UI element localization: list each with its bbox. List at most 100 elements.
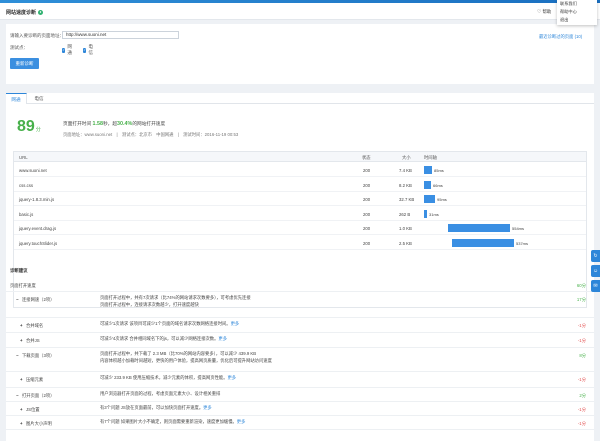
- percent-value: 30.4%: [117, 121, 133, 127]
- checkbox-checked-icon: ✓: [62, 47, 66, 53]
- analysis-item-name: + 图片大小声明: [20, 421, 52, 427]
- menu-item-logout[interactable]: 退出: [557, 16, 597, 24]
- menu-item-help-center[interactable]: 帮助中心: [557, 8, 597, 16]
- feedback-icon[interactable]: ☺: [591, 265, 600, 277]
- analysis-item[interactable]: + JS位置 有3个问题 JS放在页面最前，可以加快页面打开速度。更多 -1分: [6, 402, 594, 416]
- table-row: www.suoni.net 200 7.4 KB 85ms: [14, 163, 586, 177]
- result-tabs: 网通 电信: [6, 93, 594, 104]
- row-size: 32.7 KB: [399, 197, 415, 202]
- summary-suffix: 的网站打开速度: [132, 121, 166, 126]
- tab-netcom[interactable]: 网通: [6, 93, 27, 104]
- test-point-row: 测试点： ✓ 网通 ✓ 电信: [10, 44, 93, 55]
- table-row: jquery-1.8.3.min.js 200 32.7 KB 95ms: [14, 192, 586, 206]
- row-url[interactable]: css.css: [19, 183, 33, 188]
- option-telecom-label: 电信: [88, 44, 93, 55]
- more-link[interactable]: 更多: [203, 405, 212, 410]
- row-status: 200: [363, 240, 371, 246]
- refresh-icon[interactable]: ↻: [591, 250, 600, 262]
- analysis-item[interactable]: + 图片大小声明 有7个问题 如果图片大小不确定，则页面需要重新渲染，速度更加缓慢。…: [6, 416, 594, 430]
- table-row: jquery.event.drag.js 200 1.0 KB 554ms: [14, 221, 586, 235]
- analysis-item-label: 压缩元素: [26, 377, 44, 382]
- row-status: 200: [363, 226, 371, 231]
- analysis-item[interactable]: + 合并JS 可减少4次请求 合并相同域名下的js，可以减少网络连接次数。更多 -1分: [6, 333, 594, 348]
- analysis-item-name: − 打开页面（2项）: [16, 393, 54, 399]
- help-link[interactable]: ♡帮助: [537, 9, 551, 15]
- row-status: 200: [363, 211, 371, 217]
- analysis-item-label: 打开页面（2项）: [22, 393, 55, 398]
- timeline-bar: [424, 180, 431, 189]
- analysis-item-name: + 压缩元素: [20, 377, 43, 383]
- analysis-item-score: -1分: [577, 407, 586, 412]
- option-telecom-checkbox[interactable]: ✓ 电信: [83, 44, 95, 56]
- timeline-bar: [452, 238, 514, 247]
- timeline-label: 95ms: [437, 197, 447, 202]
- analysis-item-name: + JS位置: [20, 407, 40, 413]
- speed-score: 89分: [17, 118, 41, 136]
- analysis-item-label: 合并域名: [26, 323, 44, 328]
- analysis-item-desc: 可减少1次请求 该项目可减少1个页面的域名请求次数网络连接时间。更多: [100, 321, 239, 328]
- option-netcom-checkbox[interactable]: ✓ 网通: [62, 44, 74, 56]
- user-dropdown-menu: 联系我们 帮助中心 退出: [557, 0, 597, 25]
- checkbox-checked-icon: ✓: [83, 47, 87, 53]
- more-link[interactable]: 更多: [237, 419, 246, 424]
- row-size: 7.4 KB: [399, 168, 412, 173]
- row-size: 8.2 KB: [399, 182, 412, 188]
- analysis-item-label: 连接网速（2项）: [22, 297, 55, 302]
- analysis-item[interactable]: + 合并域名 可减少1次请求 该项目可减少1个页面的域名请求次数网络连接时间。更多 -…: [6, 318, 594, 333]
- timeline-label: 85ms: [434, 168, 444, 173]
- overall-score: 60分: [576, 283, 586, 288]
- page-title: 网站速度诊断 ♦: [6, 9, 44, 16]
- analysis-item-desc: 有3个问题 JS放在页面最前，可以加快页面打开速度。更多: [100, 405, 212, 412]
- heart-icon: ♡: [537, 9, 542, 15]
- message-icon[interactable]: ✉: [591, 280, 600, 292]
- row-url[interactable]: www.suoni.net: [19, 168, 47, 173]
- score-unit: 分: [35, 127, 41, 133]
- analysis-item-label: 合并JS: [26, 338, 40, 343]
- row-url[interactable]: jquery.touchSlider.js: [19, 241, 57, 246]
- analysis-item[interactable]: + 压缩元素 可减少 233.9 KB 使用压缩技术，减少元素的体积，提高网页性能。…: [6, 372, 594, 388]
- table-row: jquery.touchSlider.js 200 2.5 KB 537ms: [14, 236, 586, 250]
- url-row: 请输入要诊断的页面地址： http://www.suoni.net: [10, 31, 179, 39]
- timeline-label: 554ms: [512, 226, 525, 231]
- row-url[interactable]: jquery.event.drag.js: [19, 226, 56, 231]
- analysis-item-name: + 合并JS: [20, 338, 40, 344]
- analysis-item-desc: 页面打开过程中，共下载了 2.3 MB（比70%的网站内容要多），可以减少 43…: [100, 351, 272, 364]
- url-input[interactable]: http://www.suoni.net: [62, 31, 179, 39]
- timeline-label: 31ms: [429, 211, 439, 217]
- row-url[interactable]: jquery-1.8.3.min.js: [19, 197, 54, 202]
- desc-text: 页面打开过程中，共有7次请求（比74%的网站请求次数要多），可考虑优先连接: [100, 295, 251, 300]
- analysis-item-score: 8分: [579, 353, 586, 358]
- timeline-label: 537ms: [516, 240, 529, 246]
- desc-text: 内容体积越小加载时间越短，更快的用户体验，提高网页质量，优化后可提升网站访问速度: [100, 357, 272, 363]
- analysis-item[interactable]: − 打开页面（2项） 用户浏览器打开页面的过程，考虑页面元素大小、设计相关重排 2分: [6, 388, 594, 402]
- analysis-item-desc: 有7个问题 如果图片大小不确定，则页面需要重新渲染，速度更加缓慢。更多: [100, 419, 245, 426]
- col-status: 状态: [362, 155, 371, 160]
- more-link[interactable]: 更多: [228, 375, 237, 380]
- desc-text: 可减少 233.9 KB 使用压缩技术，减少元素的体积，提高网页性能。: [100, 375, 228, 380]
- desc-text: 可减少1次请求 该项目可减少1个页面的域名请求次数网络连接时间。: [100, 321, 231, 326]
- col-size: 大小: [402, 155, 411, 160]
- desc-text: 可减少4次请求 合并相同域名下的js，可以减少网络连接次数。: [100, 336, 219, 341]
- load-time-value: 1.58: [92, 121, 103, 127]
- timeline-bar: [424, 166, 432, 174]
- row-size: 262 B: [399, 211, 411, 217]
- rediagnose-button[interactable]: 重新诊断: [10, 58, 39, 69]
- speed-summary: 页面打开时间 1.58秒，超30.4%的网站打开速度: [63, 121, 165, 127]
- analysis-item-desc: 页面打开过程中，共有7次请求（比74%的网站请求次数要多），可考虑优先连接 页面打…: [100, 295, 251, 308]
- more-link[interactable]: 更多: [231, 321, 240, 326]
- analysis-item-name: − 下载页面（3项）: [16, 353, 54, 359]
- row-status: 200: [363, 168, 371, 173]
- recent-pages-link[interactable]: 最近诊断过的页面 (10): [539, 34, 582, 40]
- option-netcom-label: 网通: [67, 44, 72, 55]
- analysis-item[interactable]: − 连接网速（2项） 页面打开过程中，共有7次请求（比74%的网站请求次数要多），可…: [6, 292, 594, 318]
- row-status: 200: [363, 182, 371, 188]
- more-link[interactable]: 更多: [218, 336, 227, 341]
- result-panel: 网通 电信 89分 页面打开时间 1.58秒，超30.4%的网站打开速度 页面地…: [6, 93, 594, 441]
- timeline-bar: [424, 209, 427, 218]
- verified-icon: ♦: [38, 10, 44, 16]
- menu-item-contact[interactable]: 联系我们: [557, 0, 597, 8]
- timeline-bar: [424, 195, 435, 203]
- row-url[interactable]: basic.js: [19, 212, 33, 217]
- analysis-item[interactable]: − 下载页面（3项） 页面打开过程中，共下载了 2.3 MB（比70%的网站内容要多…: [6, 348, 594, 372]
- tab-telecom[interactable]: 电信: [27, 93, 51, 104]
